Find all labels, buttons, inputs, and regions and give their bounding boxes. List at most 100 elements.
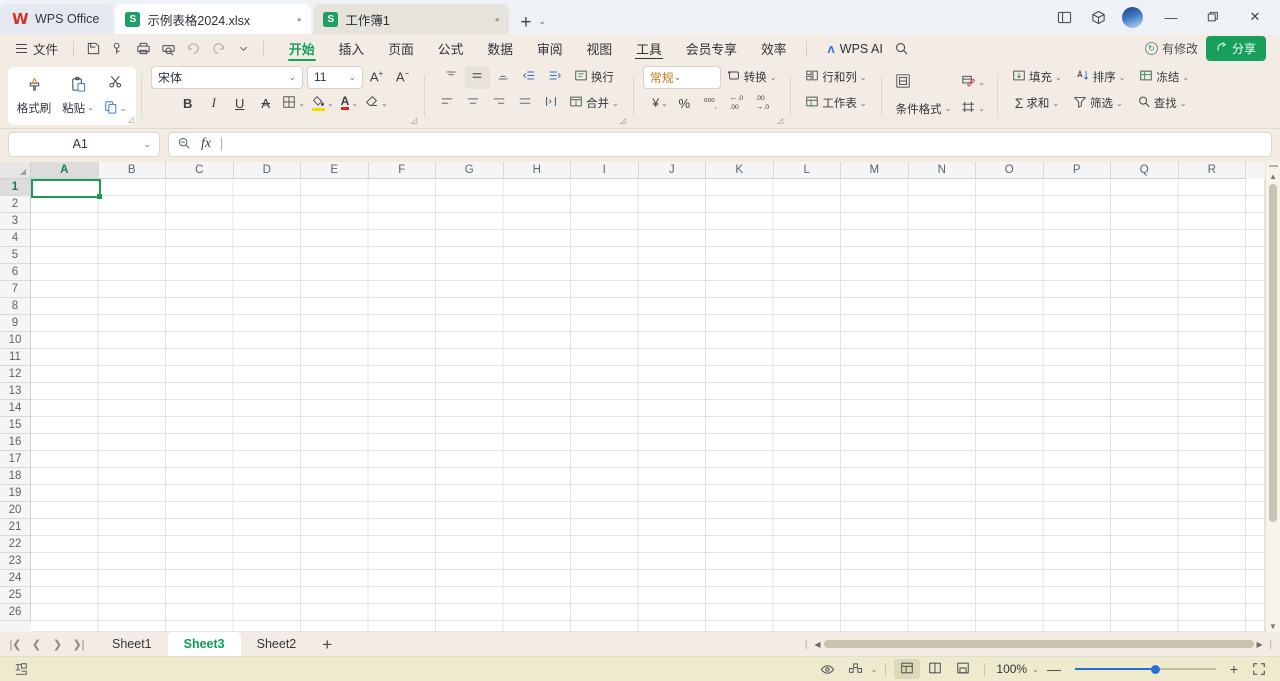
chevron-down-icon[interactable]: ⌄ xyxy=(770,73,777,82)
close-button[interactable]: ✕ xyxy=(1234,1,1276,33)
horizontal-scrollbar-thumb[interactable] xyxy=(823,640,1254,648)
zoom-out-button[interactable]: — xyxy=(1041,661,1067,677)
new-tab-caret-icon[interactable]: ⌄ xyxy=(538,16,546,34)
chevron-down-icon[interactable]: ⌄ xyxy=(381,99,388,108)
save-icon[interactable] xyxy=(81,38,106,60)
fullscreen-icon[interactable] xyxy=(1246,659,1272,679)
chevron-down-icon[interactable]: ⌄ xyxy=(661,99,668,108)
document-tab-1[interactable]: S 示例表格2024.xlsx • xyxy=(115,4,312,34)
wrap-text-button[interactable]: 换行 xyxy=(569,66,619,89)
align-bottom-button[interactable] xyxy=(491,66,516,89)
vertical-scrollbar[interactable]: ▲ ▼ xyxy=(1265,162,1280,632)
increase-decimal-button[interactable]: ←.0.00 xyxy=(724,92,749,115)
row-header-22[interactable]: 22 xyxy=(0,536,31,553)
name-box[interactable]: A1 ⌄ xyxy=(8,131,160,157)
copy-button[interactable]: ⌄ xyxy=(100,97,130,121)
sheet-tab-sheet2[interactable]: Sheet2 xyxy=(241,632,313,656)
column-header-H[interactable]: H xyxy=(503,162,571,179)
cell-size-button[interactable]: ⌄ xyxy=(958,97,988,120)
row-header-24[interactable]: 24 xyxy=(0,570,31,587)
formula-input[interactable]: fx xyxy=(168,131,1272,157)
scroll-right-arrow-icon[interactable]: ▶ xyxy=(1254,640,1266,649)
row-header-25[interactable]: 25 xyxy=(0,587,31,604)
chevron-down-icon[interactable]: ⌄ xyxy=(327,99,334,108)
customize-caret-icon[interactable] xyxy=(231,38,256,60)
cell-style-button[interactable]: ⌄ xyxy=(958,71,988,94)
row-header-11[interactable]: 11 xyxy=(0,349,31,366)
chevron-down-icon[interactable]: ⌄ xyxy=(87,103,94,112)
file-menu-button[interactable]: 文件 xyxy=(8,39,66,58)
font-dialog-launcher[interactable]: ◺ xyxy=(411,116,417,125)
sum-button[interactable]: Σ 求和 ⌄ xyxy=(1010,92,1064,115)
normal-view-button[interactable] xyxy=(894,659,921,679)
column-header-M[interactable]: M xyxy=(841,162,909,179)
eye-icon[interactable] xyxy=(815,659,841,679)
column-header-P[interactable]: P xyxy=(1043,162,1111,179)
avatar[interactable] xyxy=(1122,6,1143,28)
sort-button[interactable]: 排序 ⌄ xyxy=(1071,66,1131,89)
chevron-down-icon[interactable]: ⌄ xyxy=(1116,99,1123,108)
alignment-dialog-launcher[interactable]: ◺ xyxy=(620,116,626,125)
tab-page[interactable]: 页面 xyxy=(376,35,426,62)
column-header-L[interactable]: L xyxy=(773,162,841,179)
column-header-F[interactable]: F xyxy=(368,162,436,179)
row-header-15[interactable]: 15 xyxy=(0,417,31,434)
fill-color-button[interactable]: ⌄ xyxy=(309,92,337,115)
sidebar-icon[interactable] xyxy=(1047,2,1081,32)
chevron-down-icon[interactable]: ⌄ xyxy=(978,104,985,113)
tab-review[interactable]: 审阅 xyxy=(525,35,575,62)
chevron-down-icon[interactable]: ⌄ xyxy=(1119,73,1126,82)
share-button[interactable]: 分享 xyxy=(1205,36,1266,61)
horizontal-scrollbar[interactable]: | ◀ ▶ | xyxy=(801,632,1280,656)
font-color-button[interactable]: A ⌄ xyxy=(338,92,361,115)
row-header-16[interactable]: 16 xyxy=(0,434,31,451)
tab-insert[interactable]: 插入 xyxy=(327,35,377,62)
tab-efficiency[interactable]: 效率 xyxy=(749,35,799,62)
font-size-select[interactable]: 11 ⌄ xyxy=(307,65,363,89)
chevron-down-icon[interactable]: ⌄ xyxy=(945,104,952,113)
row-header-26[interactable]: 26 xyxy=(0,604,31,621)
increase-font-size-button[interactable]: A+ xyxy=(364,66,389,89)
save-as-icon[interactable] xyxy=(106,38,131,60)
number-dialog-launcher[interactable]: ◺ xyxy=(777,116,783,125)
font-family-select[interactable]: 宋体 ⌄ xyxy=(151,65,303,89)
row-header-6[interactable]: 6 xyxy=(0,264,31,281)
align-top-button[interactable] xyxy=(439,66,464,89)
align-middle-button[interactable] xyxy=(464,65,490,89)
print-icon[interactable] xyxy=(131,38,156,60)
row-header-9[interactable]: 9 xyxy=(0,315,31,332)
first-sheet-icon[interactable]: |❮ xyxy=(6,635,25,654)
column-header-R[interactable]: R xyxy=(1178,162,1246,179)
tools-icon[interactable] xyxy=(843,659,869,679)
chevron-down-icon[interactable]: ⌄ xyxy=(298,99,305,108)
page-layout-view-button[interactable] xyxy=(922,659,948,679)
select-all-button[interactable] xyxy=(0,162,31,179)
row-header-21[interactable]: 21 xyxy=(0,519,31,536)
scroll-down-arrow-icon[interactable]: ▼ xyxy=(1269,620,1277,632)
convert-button[interactable]: 转换 ⌄ xyxy=(722,66,782,89)
rows-columns-button[interactable]: 行和列 ⌄ xyxy=(800,66,871,89)
print-preview-icon[interactable] xyxy=(156,38,181,60)
find-button[interactable]: 查找 ⌄ xyxy=(1132,92,1192,115)
zoom-in-button[interactable]: + xyxy=(1224,661,1244,677)
tab-view[interactable]: 视图 xyxy=(575,35,625,62)
column-header-A[interactable]: A xyxy=(31,162,99,179)
column-header-G[interactable]: G xyxy=(436,162,504,179)
decrease-indent-button[interactable] xyxy=(517,66,542,89)
text-orientation-button[interactable] xyxy=(538,92,563,115)
column-header-O[interactable]: O xyxy=(976,162,1044,179)
underline-button[interactable]: U xyxy=(227,92,252,115)
chevron-down-icon[interactable]: ⌄ xyxy=(860,73,867,82)
column-header-D[interactable]: D xyxy=(233,162,301,179)
justify-button[interactable] xyxy=(512,92,537,115)
bold-button[interactable]: B xyxy=(175,92,200,115)
chevron-down-icon[interactable]: ⌄ xyxy=(1055,73,1062,82)
chevron-down-icon[interactable]: ⌄ xyxy=(871,665,878,674)
align-left-button[interactable] xyxy=(434,92,459,115)
new-tab-button[interactable]: + xyxy=(509,13,538,34)
borders-button[interactable]: ⌄ xyxy=(279,92,308,115)
strikethrough-button[interactable]: A xyxy=(253,92,278,115)
chevron-down-icon[interactable]: ⌄ xyxy=(1032,665,1039,674)
maximize-button[interactable] xyxy=(1192,1,1234,33)
chevron-down-icon[interactable]: ⌄ xyxy=(612,99,619,108)
